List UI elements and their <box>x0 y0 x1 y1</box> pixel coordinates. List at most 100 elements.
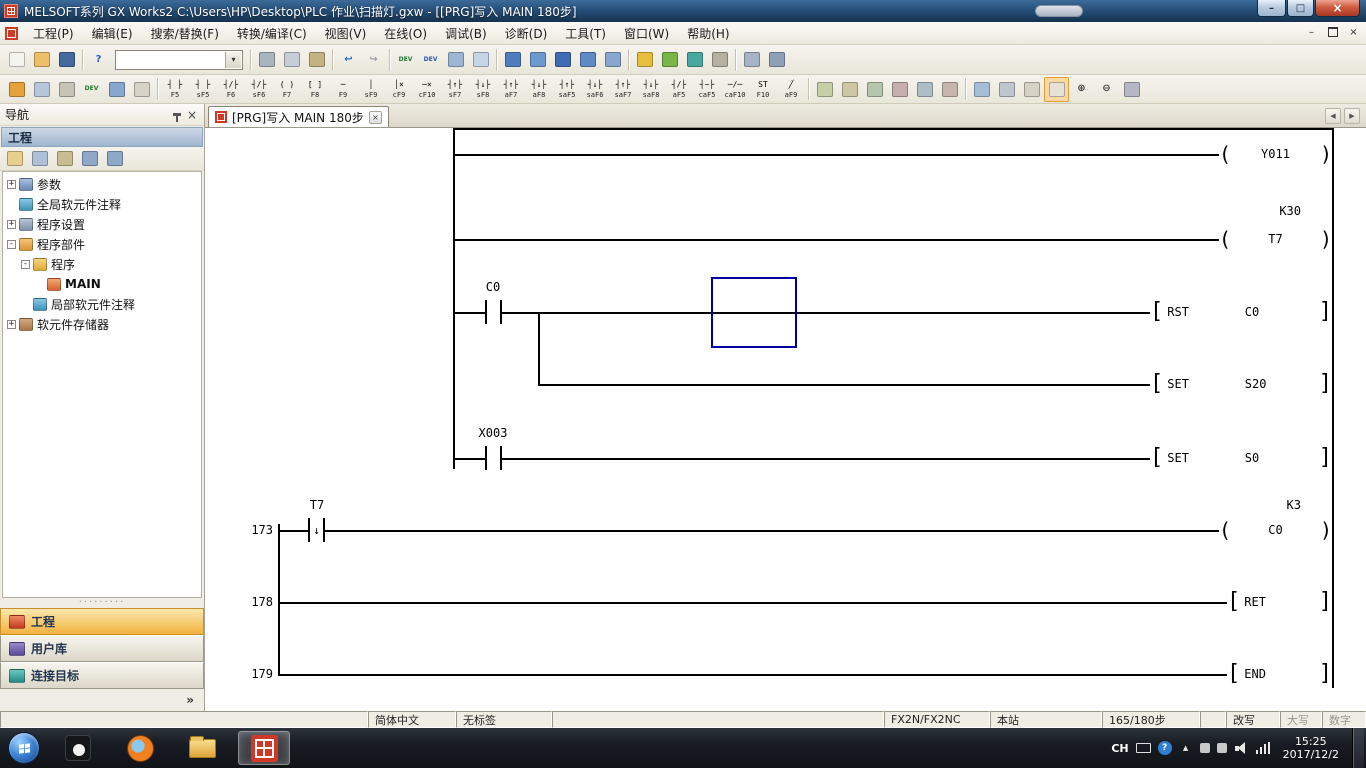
mdi-document-icon[interactable] <box>5 27 18 40</box>
output-window-button[interactable] <box>54 77 79 102</box>
paste-button[interactable] <box>304 47 329 72</box>
bluetooth-icon[interactable] <box>1200 743 1210 753</box>
tree-item-program[interactable]: - 程序 <box>3 254 201 274</box>
save-project-button[interactable] <box>54 47 79 72</box>
open-contact-branch-button[interactable]: ┤ ├sF5 <box>189 76 217 102</box>
device-comment-display-button[interactable]: DEV <box>79 77 104 102</box>
menu-online[interactable]: 在线(O) <box>375 22 436 45</box>
network-icon[interactable] <box>1256 742 1270 754</box>
tab-scroll-left-icon[interactable] <box>1325 108 1341 124</box>
rising-pulse-close-branch-button[interactable]: ┤↑├saF7 <box>609 76 637 102</box>
delete-row-button[interactable] <box>887 77 912 102</box>
grid-display-button[interactable] <box>1044 77 1069 102</box>
taskbar-explorer-button[interactable] <box>176 731 228 765</box>
insert-column-button[interactable] <box>912 77 937 102</box>
menu-help[interactable]: 帮助(H) <box>678 22 738 45</box>
transfer-setup-button[interactable] <box>764 47 789 72</box>
instruction-rst-c0[interactable]: RST C0 <box>1150 299 1332 325</box>
zoom-fit-button[interactable] <box>1119 77 1144 102</box>
delete-column-button[interactable] <box>937 77 962 102</box>
rising-pulse-button[interactable]: ┤↑├sF7 <box>441 76 469 102</box>
invert-result-button[interactable]: ─/─caF10 <box>721 76 749 102</box>
tree-item-local-comment[interactable]: 局部软元件注释 <box>3 294 201 314</box>
delete-vertical-line-button[interactable]: │×cF9 <box>385 76 413 102</box>
cut-button[interactable] <box>254 47 279 72</box>
note-display-button[interactable] <box>468 47 493 72</box>
rising-pulse-close-button[interactable]: ┤↑├saF5 <box>553 76 581 102</box>
window-close-button[interactable] <box>1315 0 1360 17</box>
expander-icon[interactable]: + <box>7 320 16 329</box>
tab-main-program[interactable]: [PRG]写入 MAIN 180步 × <box>208 106 389 127</box>
menu-view[interactable]: 视图(V) <box>316 22 376 45</box>
read-from-plc-button[interactable] <box>575 47 600 72</box>
expander-icon[interactable]: - <box>21 260 30 269</box>
invert-operation-button[interactable]: ┤/├aF5 <box>665 76 693 102</box>
show-desktop-button[interactable] <box>1352 728 1364 768</box>
action-center-icon[interactable] <box>1217 743 1227 753</box>
comment-display-button[interactable] <box>1019 77 1044 102</box>
menu-find-replace[interactable]: 搜索/替换(F) <box>142 22 228 45</box>
zoom-in-button[interactable]: ⊕ <box>1069 77 1094 102</box>
menu-compile[interactable]: 转换/编译(C) <box>228 22 316 45</box>
mdi-minimize-button[interactable] <box>1304 25 1319 39</box>
taskbar-app-1-button[interactable] <box>52 731 104 765</box>
ladder-editor[interactable]: Y011 K30 T7 C0 RST C0 <box>205 128 1366 711</box>
contact-t7-falling-pulse[interactable] <box>308 518 325 542</box>
menu-tool[interactable]: 工具(T) <box>556 22 615 45</box>
device-comment-blue-button[interactable]: DEV <box>418 47 443 72</box>
panel-options-chevron[interactable] <box>0 689 204 711</box>
tray-overflow-icon[interactable] <box>1179 742 1193 754</box>
window-minimize-button[interactable] <box>1257 0 1286 17</box>
connection-destination-view-button[interactable]: 连接目标 <box>0 662 204 689</box>
watch-window-button[interactable] <box>104 77 129 102</box>
rising-pulse-branch-button[interactable]: ┤↑├aF7 <box>497 76 525 102</box>
device-batch-monitor-button[interactable] <box>525 47 550 72</box>
coil-t7[interactable]: T7 <box>1219 226 1332 252</box>
project-view-button[interactable]: 工程 <box>0 608 204 635</box>
instruction-set-s0[interactable]: SET S0 <box>1150 445 1332 471</box>
ime-help-icon[interactable] <box>1158 741 1172 755</box>
menu-diagnostics[interactable]: 诊断(D) <box>496 22 557 45</box>
line-statement-button[interactable] <box>812 77 837 102</box>
open-contact-button[interactable]: ┤ ├F5 <box>161 76 189 102</box>
note-edit-button[interactable] <box>837 77 862 102</box>
horizontal-line-button[interactable]: ─F9 <box>329 76 357 102</box>
nav-sort-button[interactable] <box>102 146 127 171</box>
coil-button[interactable]: ( )F7 <box>273 76 301 102</box>
expander-icon[interactable]: - <box>7 240 16 249</box>
coil-c0[interactable]: C0 <box>1219 517 1332 543</box>
edit-line-button[interactable]: ╱aF9 <box>777 76 805 102</box>
falling-pulse-button[interactable]: ┤↓├sF8 <box>469 76 497 102</box>
device-display-button[interactable] <box>994 77 1019 102</box>
tree-item-program-setting[interactable]: + 程序设置 <box>3 214 201 234</box>
close-contact-button[interactable]: ┤/├F6 <box>217 76 245 102</box>
statement-display-button[interactable] <box>443 47 468 72</box>
taskbar-browser-button[interactable] <box>114 731 166 765</box>
tree-item-global-comment[interactable]: 全局软元件注释 <box>3 194 201 214</box>
copy-button[interactable] <box>279 47 304 72</box>
mdi-close-button[interactable] <box>1346 25 1361 39</box>
undo-button[interactable]: ↩ <box>336 47 361 72</box>
monitor-write-mode-button[interactable] <box>657 47 682 72</box>
instruction-set-s20[interactable]: SET S20 <box>1150 371 1332 397</box>
start-button[interactable] <box>8 732 40 764</box>
instruction-help-button[interactable] <box>969 77 994 102</box>
tree-item-parameter[interactable]: + 参数 <box>3 174 201 194</box>
open-project-button[interactable] <box>29 47 54 72</box>
menu-edit[interactable]: 编辑(E) <box>83 22 142 45</box>
ime-language-indicator[interactable]: CH <box>1111 742 1128 755</box>
verify-with-plc-button[interactable] <box>600 47 625 72</box>
vertical-line-button[interactable]: │sF9 <box>357 76 385 102</box>
delete-horizontal-line-button[interactable]: ─×cF10 <box>413 76 441 102</box>
nav-paste-button[interactable] <box>52 146 77 171</box>
ime-keyboard-icon[interactable] <box>1136 743 1151 753</box>
expander-icon[interactable]: + <box>7 220 16 229</box>
help-button[interactable]: ? <box>86 47 111 72</box>
panel-splitter[interactable] <box>0 598 204 608</box>
new-project-button[interactable] <box>4 47 29 72</box>
navigation-window-button[interactable] <box>4 77 29 102</box>
close-contact-branch-button[interactable]: ┤/├sF6 <box>245 76 273 102</box>
program-check-button[interactable] <box>707 47 732 72</box>
device-comment-green-button[interactable]: DEV <box>393 47 418 72</box>
menu-window[interactable]: 窗口(W) <box>615 22 678 45</box>
